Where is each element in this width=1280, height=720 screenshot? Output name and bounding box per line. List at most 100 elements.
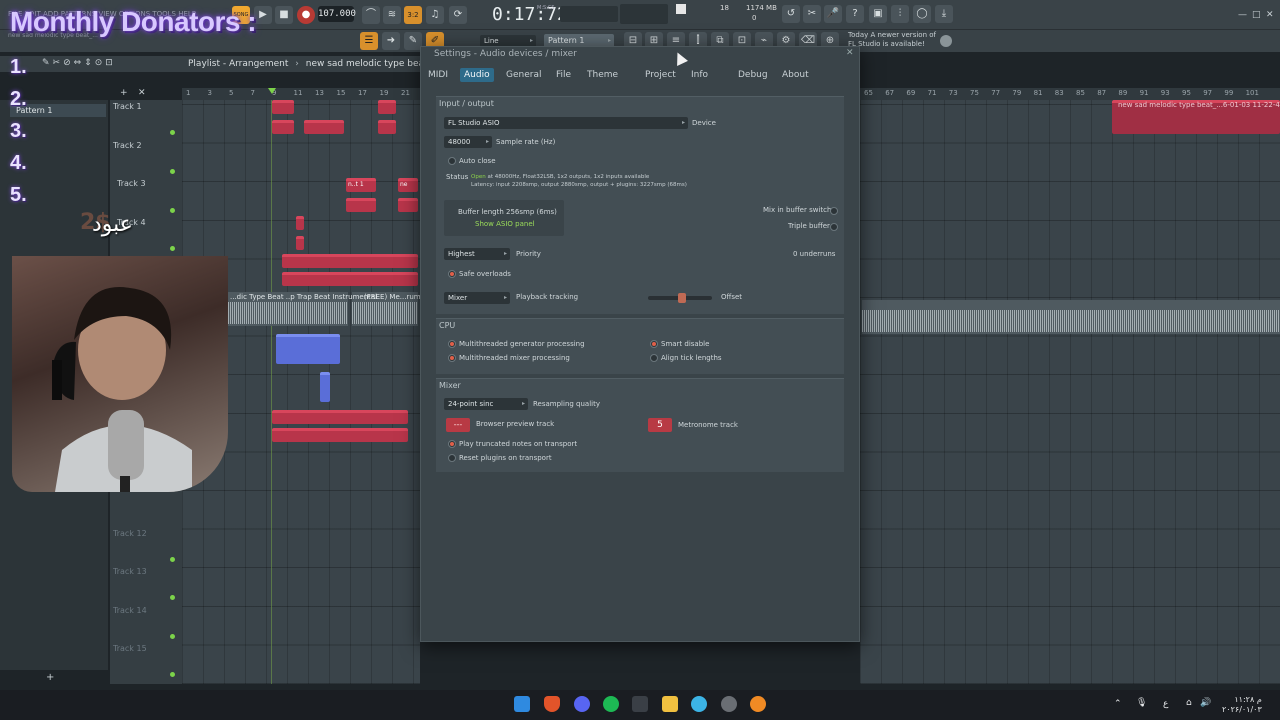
pattern-clip[interactable] bbox=[320, 372, 330, 402]
track-label-13[interactable]: Track 13 bbox=[113, 567, 147, 576]
playlist-grid-right[interactable] bbox=[860, 100, 1280, 684]
track-label-14[interactable]: Track 14 bbox=[113, 606, 147, 615]
pattern-clip[interactable] bbox=[272, 120, 294, 134]
spotify-icon[interactable] bbox=[603, 696, 619, 712]
reset-plugins-toggle[interactable] bbox=[448, 454, 456, 462]
sample-rate-select[interactable]: 48000 bbox=[444, 136, 492, 148]
stop-icon[interactable]: ■ bbox=[275, 6, 293, 24]
maximize-icon[interactable]: □ bbox=[1252, 10, 1261, 20]
undo-icon[interactable]: ↺ bbox=[782, 5, 800, 23]
multithreaded-generator-toggle[interactable] bbox=[448, 340, 456, 348]
play-truncated-toggle[interactable] bbox=[448, 440, 456, 448]
dialog-title[interactable]: Settings - Audio devices / mixer bbox=[434, 49, 577, 59]
multithreaded-mixer-toggle[interactable] bbox=[448, 354, 456, 362]
tab-file[interactable]: File bbox=[556, 70, 571, 80]
track-mute-led[interactable] bbox=[170, 130, 175, 135]
tempo-display[interactable]: 107.000 bbox=[318, 6, 356, 22]
close-icon[interactable]: ✕ bbox=[1266, 10, 1274, 20]
pattern-clip[interactable] bbox=[378, 120, 396, 134]
playback-tracking-select[interactable]: Mixer bbox=[444, 292, 510, 304]
mix-in-buffer-toggle[interactable] bbox=[830, 207, 838, 215]
smart-disable-toggle[interactable] bbox=[650, 340, 658, 348]
dialog-close-icon[interactable]: ✕ bbox=[846, 48, 854, 58]
metronome-track-select[interactable]: 5 bbox=[648, 418, 672, 432]
network-icon[interactable]: ⌂ bbox=[1186, 698, 1192, 708]
tab-theme[interactable]: Theme bbox=[587, 70, 618, 80]
pattern-clip[interactable] bbox=[272, 100, 294, 114]
track-label-1[interactable]: Track 1 bbox=[113, 102, 142, 111]
pattern-clip[interactable]: n..t 1 bbox=[346, 178, 376, 192]
pattern-clip[interactable] bbox=[276, 334, 340, 364]
pattern-clip[interactable] bbox=[282, 272, 418, 286]
track-label-3[interactable]: Track 3 bbox=[117, 179, 146, 188]
safe-overloads-toggle[interactable] bbox=[448, 270, 456, 278]
show-asio-panel-button[interactable]: Show ASIO panel bbox=[475, 220, 535, 228]
edge-icon[interactable] bbox=[691, 696, 707, 712]
pattern-clip[interactable] bbox=[282, 254, 418, 268]
update-news[interactable]: Today A newer version of FL Studio is av… bbox=[848, 31, 940, 49]
align-tick-lengths-toggle[interactable] bbox=[650, 354, 658, 362]
tab-midi[interactable]: MIDI bbox=[428, 70, 448, 80]
pattern-clip[interactable] bbox=[304, 120, 344, 134]
track-mute-led[interactable] bbox=[170, 557, 175, 562]
help-icon[interactable]: ? bbox=[846, 5, 864, 23]
track-label-12[interactable]: Track 12 bbox=[113, 529, 147, 538]
track-mute-led[interactable] bbox=[170, 208, 175, 213]
loop-record-icon[interactable]: ⟳ bbox=[449, 6, 467, 24]
auto-close-toggle[interactable] bbox=[448, 157, 456, 165]
pattern-clip[interactable] bbox=[296, 236, 304, 250]
pattern-clip[interactable] bbox=[346, 198, 376, 212]
close-track-icon[interactable]: ✕ bbox=[138, 88, 146, 98]
obs-icon[interactable] bbox=[721, 696, 737, 712]
cut-icon[interactable]: ✂ bbox=[803, 5, 821, 23]
capcut-icon[interactable] bbox=[632, 696, 648, 712]
timeline-ruler-right[interactable] bbox=[860, 88, 1280, 100]
tab-debug[interactable]: Debug bbox=[738, 70, 768, 80]
priority-select[interactable]: Highest bbox=[444, 248, 510, 260]
minimize-icon[interactable]: — bbox=[1238, 10, 1247, 20]
tab-info[interactable]: Info bbox=[691, 70, 708, 80]
pattern-clip[interactable] bbox=[272, 428, 408, 442]
globe-icon[interactable] bbox=[940, 35, 952, 47]
record-icon[interactable]: ● bbox=[297, 6, 315, 24]
playlist-tools-icon[interactable]: ✎✂⊘⇔⇕⊙⊡ bbox=[42, 58, 116, 68]
save-icon[interactable]: ▣ bbox=[869, 5, 887, 23]
track-label-2[interactable]: Track 2 bbox=[113, 141, 142, 150]
track-mute-led[interactable] bbox=[170, 246, 175, 251]
blend-notes-icon[interactable]: ♫ bbox=[426, 6, 444, 24]
brave-icon[interactable] bbox=[544, 696, 560, 712]
track-mute-led[interactable] bbox=[170, 672, 175, 677]
browser-preview-track-select[interactable]: --- bbox=[446, 418, 470, 432]
arrow-right-icon[interactable]: ➜ bbox=[382, 32, 400, 50]
add-track-icon[interactable]: + bbox=[120, 88, 128, 98]
microphone-icon[interactable]: 🎤 bbox=[824, 5, 842, 23]
track-mute-led[interactable] bbox=[170, 595, 175, 600]
tab-about[interactable]: About bbox=[782, 70, 809, 80]
tray-microphone-icon[interactable]: 🎙 bbox=[1136, 698, 1147, 708]
offset-slider-handle[interactable] bbox=[678, 293, 686, 303]
tab-project[interactable]: Project bbox=[645, 70, 676, 80]
metronome-icon[interactable]: ⌒ bbox=[362, 6, 380, 24]
tray-chevron-icon[interactable]: ⌃ bbox=[1114, 699, 1122, 709]
pattern-clip[interactable]: ne bbox=[398, 178, 418, 192]
track-label-15[interactable]: Track 15 bbox=[113, 644, 147, 653]
track-mute-led[interactable] bbox=[170, 169, 175, 174]
volume-icon[interactable]: 🔊 bbox=[1200, 698, 1211, 708]
pattern-clip[interactable] bbox=[272, 410, 408, 424]
pattern-clip[interactable] bbox=[398, 198, 418, 212]
fl-studio-icon[interactable] bbox=[750, 696, 766, 712]
tab-general[interactable]: General bbox=[506, 70, 541, 80]
wait-input-icon[interactable]: ≋ bbox=[383, 6, 401, 24]
play-icon[interactable]: ▶ bbox=[254, 6, 272, 24]
device-select[interactable]: FL Studio ASIO bbox=[444, 117, 688, 129]
tab-audio[interactable]: Audio bbox=[460, 68, 494, 82]
language-indicator[interactable]: ع bbox=[1163, 699, 1168, 709]
triple-buffer-toggle[interactable] bbox=[830, 223, 838, 231]
download-icon[interactable]: ⤓ bbox=[935, 5, 953, 23]
playhead-marker[interactable] bbox=[268, 88, 276, 94]
tray-clock[interactable]: ۱۱:۲۸ م ۲۰۲۶/۰۱/۰۳ bbox=[1222, 695, 1262, 715]
step-edit-icon[interactable]: 3:2 bbox=[404, 6, 422, 24]
start-icon[interactable] bbox=[514, 696, 530, 712]
add-pattern-icon[interactable]: + bbox=[46, 672, 54, 683]
discord-icon[interactable] bbox=[574, 696, 590, 712]
